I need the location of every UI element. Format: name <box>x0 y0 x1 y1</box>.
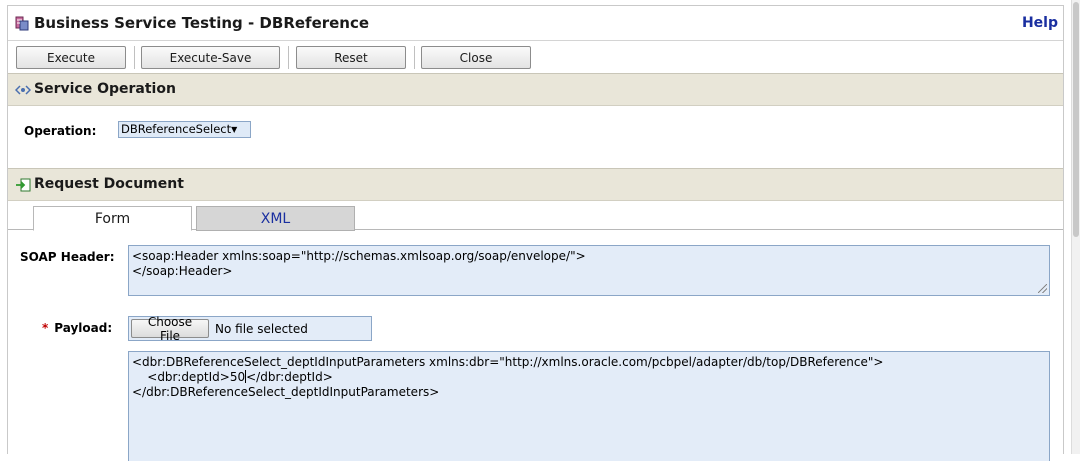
help-link[interactable]: Help <box>1022 15 1058 31</box>
close-button[interactable]: Close <box>421 46 531 69</box>
scrollbar-thumb[interactable] <box>1073 2 1079 237</box>
page-scrollbar[interactable] <box>1071 0 1080 454</box>
toolbar-separator <box>134 46 135 69</box>
operation-label: Operation: <box>24 124 97 138</box>
soap-header-label: SOAP Header: <box>20 250 115 264</box>
title-bar: Business Service Testing - DBReference H… <box>8 6 1063 40</box>
payload-line-before-caret: <dbr:deptId>50 <box>132 370 246 384</box>
operation-select[interactable]: DBReferenceSelect▼ <box>118 121 251 138</box>
payload-line: <dbr:DBReferenceSelect_deptIdInputParame… <box>132 355 884 369</box>
service-test-icon <box>15 16 29 31</box>
dropdown-arrow-icon: ▼ <box>231 125 238 134</box>
reset-button[interactable]: Reset <box>296 46 406 69</box>
payload-label: Payload: <box>54 321 113 335</box>
soap-header-line: <soap:Header xmlns:soap="http://schemas.… <box>132 249 586 263</box>
toolbar-separator <box>288 46 289 69</box>
file-status: No file selected <box>215 322 308 336</box>
request-document-icon <box>16 178 31 192</box>
operation-select-value: DBReferenceSelect <box>121 122 232 136</box>
payload-line: <dbr:deptId>50</dbr:deptId> <box>132 370 1046 385</box>
soap-header-textarea[interactable]: <soap:Header xmlns:soap="http://schemas.… <box>128 245 1050 296</box>
service-operation-title: Service Operation <box>34 81 176 97</box>
payload-line-after-caret: </dbr:deptId> <box>246 370 333 384</box>
required-marker: * <box>42 321 49 335</box>
service-operation-header[interactable]: Service Operation <box>8 73 1063 106</box>
request-tabs: Form XML <box>8 202 1063 231</box>
resize-grip-icon[interactable] <box>1038 284 1047 293</box>
payload-textarea[interactable]: <dbr:DBReferenceSelect_deptIdInputParame… <box>128 351 1050 461</box>
request-document-header[interactable]: Request Document <box>8 168 1063 201</box>
request-document-title: Request Document <box>34 176 184 192</box>
tab-xml[interactable]: XML <box>196 206 355 231</box>
collapse-toggle-icon[interactable] <box>15 83 31 97</box>
page-title: Business Service Testing - DBReference <box>34 14 370 32</box>
tab-form[interactable]: Form <box>33 206 192 231</box>
payload-label-group: * Payload: <box>42 321 112 335</box>
toolbar-separator <box>414 46 415 69</box>
payload-line: </dbr:DBReferenceSelect_deptIdInputParam… <box>132 385 440 399</box>
toolbar: Execute Execute-Save Reset Close <box>8 40 1063 74</box>
choose-file-button[interactable]: Choose File <box>131 315 209 343</box>
payload-file-input[interactable]: Choose File No file selected <box>128 315 372 343</box>
soap-header-line: </soap:Header> <box>132 264 233 278</box>
execute-save-button[interactable]: Execute-Save <box>141 46 280 69</box>
business-service-testing-panel: Business Service Testing - DBReference H… <box>7 5 1064 461</box>
execute-button[interactable]: Execute <box>16 46 126 69</box>
